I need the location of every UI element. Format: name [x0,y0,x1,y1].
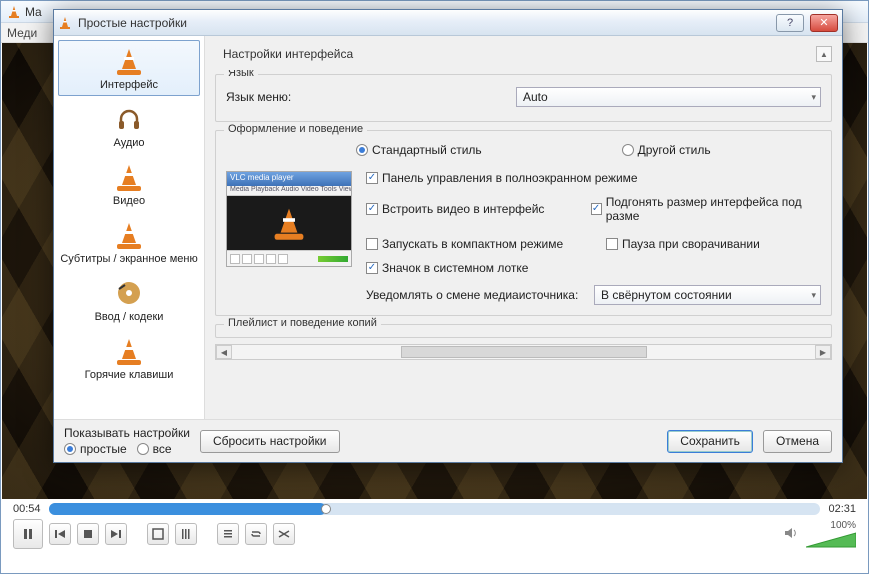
sidebar-item-label: Горячие клавиши [85,369,174,381]
group-title: Оформление и поведение [224,123,367,135]
menu-item[interactable]: Меди [7,26,37,40]
shuffle-button[interactable] [273,523,295,545]
dialog-title: Простые настройки [78,16,187,30]
chk-embed-video[interactable]: Встроить видео в интерфейс [366,202,561,216]
group-playlist: Плейлист и поведение копий [215,324,832,338]
sidebar-item-video[interactable]: Видео [58,156,200,212]
group-title: Плейлист и поведение копий [224,317,381,329]
preferences-dialog: Простые настройки ? ✕ Интерфейс Аудио Ви… [53,9,843,463]
sidebar-item-label: Субтитры / экранное меню [60,253,197,265]
headphones-icon [113,103,145,135]
scroll-left-icon[interactable]: ◀ [216,345,232,359]
chk-fullscreen-controls[interactable]: Панель управления в полноэкранном режиме [366,171,821,185]
volume-percent: 100% [830,520,856,531]
sidebar-item-audio[interactable]: Аудио [58,98,200,154]
stop-button[interactable] [77,523,99,545]
horizontal-scrollbar[interactable]: ◀ ▶ [215,344,832,360]
page-title: Настройки интерфейса ▲ [215,42,832,70]
chk-compact-mode[interactable]: Запускать в компактном режиме [366,237,576,251]
player-controls: 00:54 02:31 100% [1,499,868,573]
settings-pane: Настройки интерфейса ▲ Язык Язык меню: A… [205,36,842,419]
vlc-icon [7,5,21,19]
seek-slider[interactable] [49,503,821,515]
prev-button[interactable] [49,523,71,545]
chk-resize-interface[interactable]: Подгонять размер интерфейса под разме [591,195,822,223]
menu-language-label: Язык меню: [226,90,506,104]
sidebar-item-label: Интерфейс [100,79,158,91]
group-title: Язык [224,70,258,79]
group-language: Язык Язык меню: Auto [215,74,832,122]
loop-button[interactable] [245,523,267,545]
sidebar-item-interface[interactable]: Интерфейс [58,40,200,96]
radio-native-style[interactable]: Стандартный стиль [356,143,482,157]
scroll-right-icon[interactable]: ▶ [815,345,831,359]
save-button[interactable]: Сохранить [667,430,753,453]
volume-slider[interactable] [806,531,856,549]
disc-icon [113,277,145,309]
main-title: Ma [25,5,42,19]
fullscreen-button[interactable] [147,523,169,545]
volume-icon[interactable] [784,526,800,543]
extended-button[interactable] [175,523,197,545]
chk-tray-icon[interactable]: Значок в системном лотке [366,261,821,275]
dialog-titlebar[interactable]: Простые настройки ? ✕ [54,10,842,36]
reset-button[interactable]: Сбросить настройки [200,430,339,453]
sidebar-item-input[interactable]: Ввод / кодеки [58,272,200,328]
group-look: Оформление и поведение Стандартный стиль… [215,130,832,316]
radio-simple[interactable]: простые [64,442,127,456]
pause-button[interactable] [13,519,43,549]
notify-label: Уведомлять о смене медиаисточника: [366,288,584,302]
chk-pause-minimize[interactable]: Пауза при сворачивании [606,237,760,251]
radio-custom-style[interactable]: Другой стиль [622,143,711,157]
radio-all[interactable]: все [137,442,172,456]
sidebar-item-hotkeys[interactable]: Горячие клавиши [58,330,200,386]
sidebar-item-label: Видео [113,195,145,207]
notify-combo[interactable]: В свёрнутом состоянии [594,285,821,305]
sidebar-item-label: Ввод / кодеки [95,311,164,323]
sidebar-item-subtitles[interactable]: Субтитры / экранное меню [58,214,200,270]
show-settings-label: Показывать настройки [64,426,190,440]
cancel-button[interactable]: Отмена [763,430,832,453]
playlist-button[interactable] [217,523,239,545]
close-button[interactable]: ✕ [810,14,838,32]
next-button[interactable] [105,523,127,545]
dialog-footer: Показывать настройки простые все Сбросит… [54,419,842,462]
scroll-thumb[interactable] [401,346,647,358]
scroll-up-button[interactable]: ▲ [816,46,832,62]
interface-preview: VLC media player Media Playback Audio Vi… [226,171,352,267]
help-button[interactable]: ? [776,14,804,32]
sidebar-item-label: Аудио [113,137,144,149]
menu-language-combo[interactable]: Auto [516,87,821,107]
vlc-icon [58,16,72,30]
category-sidebar: Интерфейс Аудио Видео Субтитры / экранно… [54,36,205,419]
time-total[interactable]: 02:31 [828,503,856,515]
time-elapsed[interactable]: 00:54 [13,503,41,515]
